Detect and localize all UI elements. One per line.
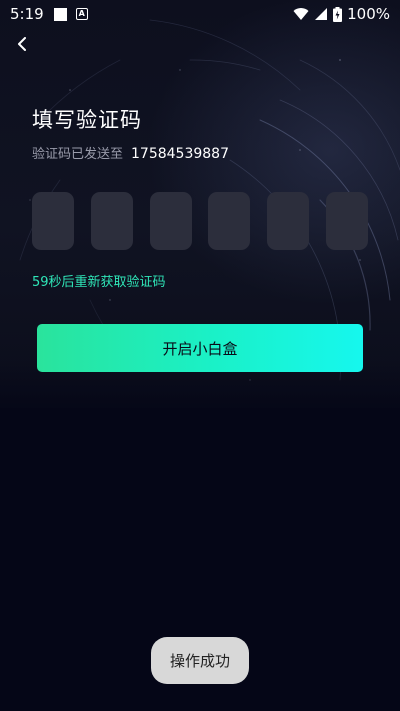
verification-screen: 5:19 A 100% 填写验证码 验证码已发送至 17584539887 59… [0, 0, 400, 711]
code-digit-box[interactable] [149, 192, 192, 250]
code-digit-box[interactable] [325, 192, 368, 250]
status-bar: 5:19 A 100% [0, 0, 400, 28]
status-time: 5:19 [10, 5, 44, 23]
code-sent-label: 验证码已发送至 [32, 147, 124, 162]
open-xiaoheihe-button[interactable]: 开启小白盒 [37, 324, 363, 372]
chevron-left-icon [18, 37, 26, 51]
code-sent-info: 验证码已发送至 17584539887 [32, 143, 229, 162]
notification-square-icon [53, 7, 67, 21]
success-toast: 操作成功 [151, 637, 249, 684]
code-digit-box[interactable] [90, 192, 133, 250]
code-input-group[interactable] [32, 192, 368, 250]
signal-icon [315, 8, 328, 20]
status-right-group: 100% [293, 5, 390, 23]
battery-charging-icon [333, 6, 343, 22]
code-digit-box[interactable] [208, 192, 251, 250]
back-button[interactable] [10, 32, 34, 56]
resend-countdown: 59秒后重新获取验证码 [32, 275, 166, 290]
code-digit-box[interactable] [267, 192, 310, 250]
wifi-icon [293, 8, 309, 20]
battery-percent: 100% [347, 5, 390, 23]
code-digit-box[interactable] [32, 192, 74, 250]
phone-number: 17584539887 [131, 146, 229, 162]
a-badge-icon: A [75, 8, 88, 20]
page-title: 填写验证码 [32, 108, 142, 132]
